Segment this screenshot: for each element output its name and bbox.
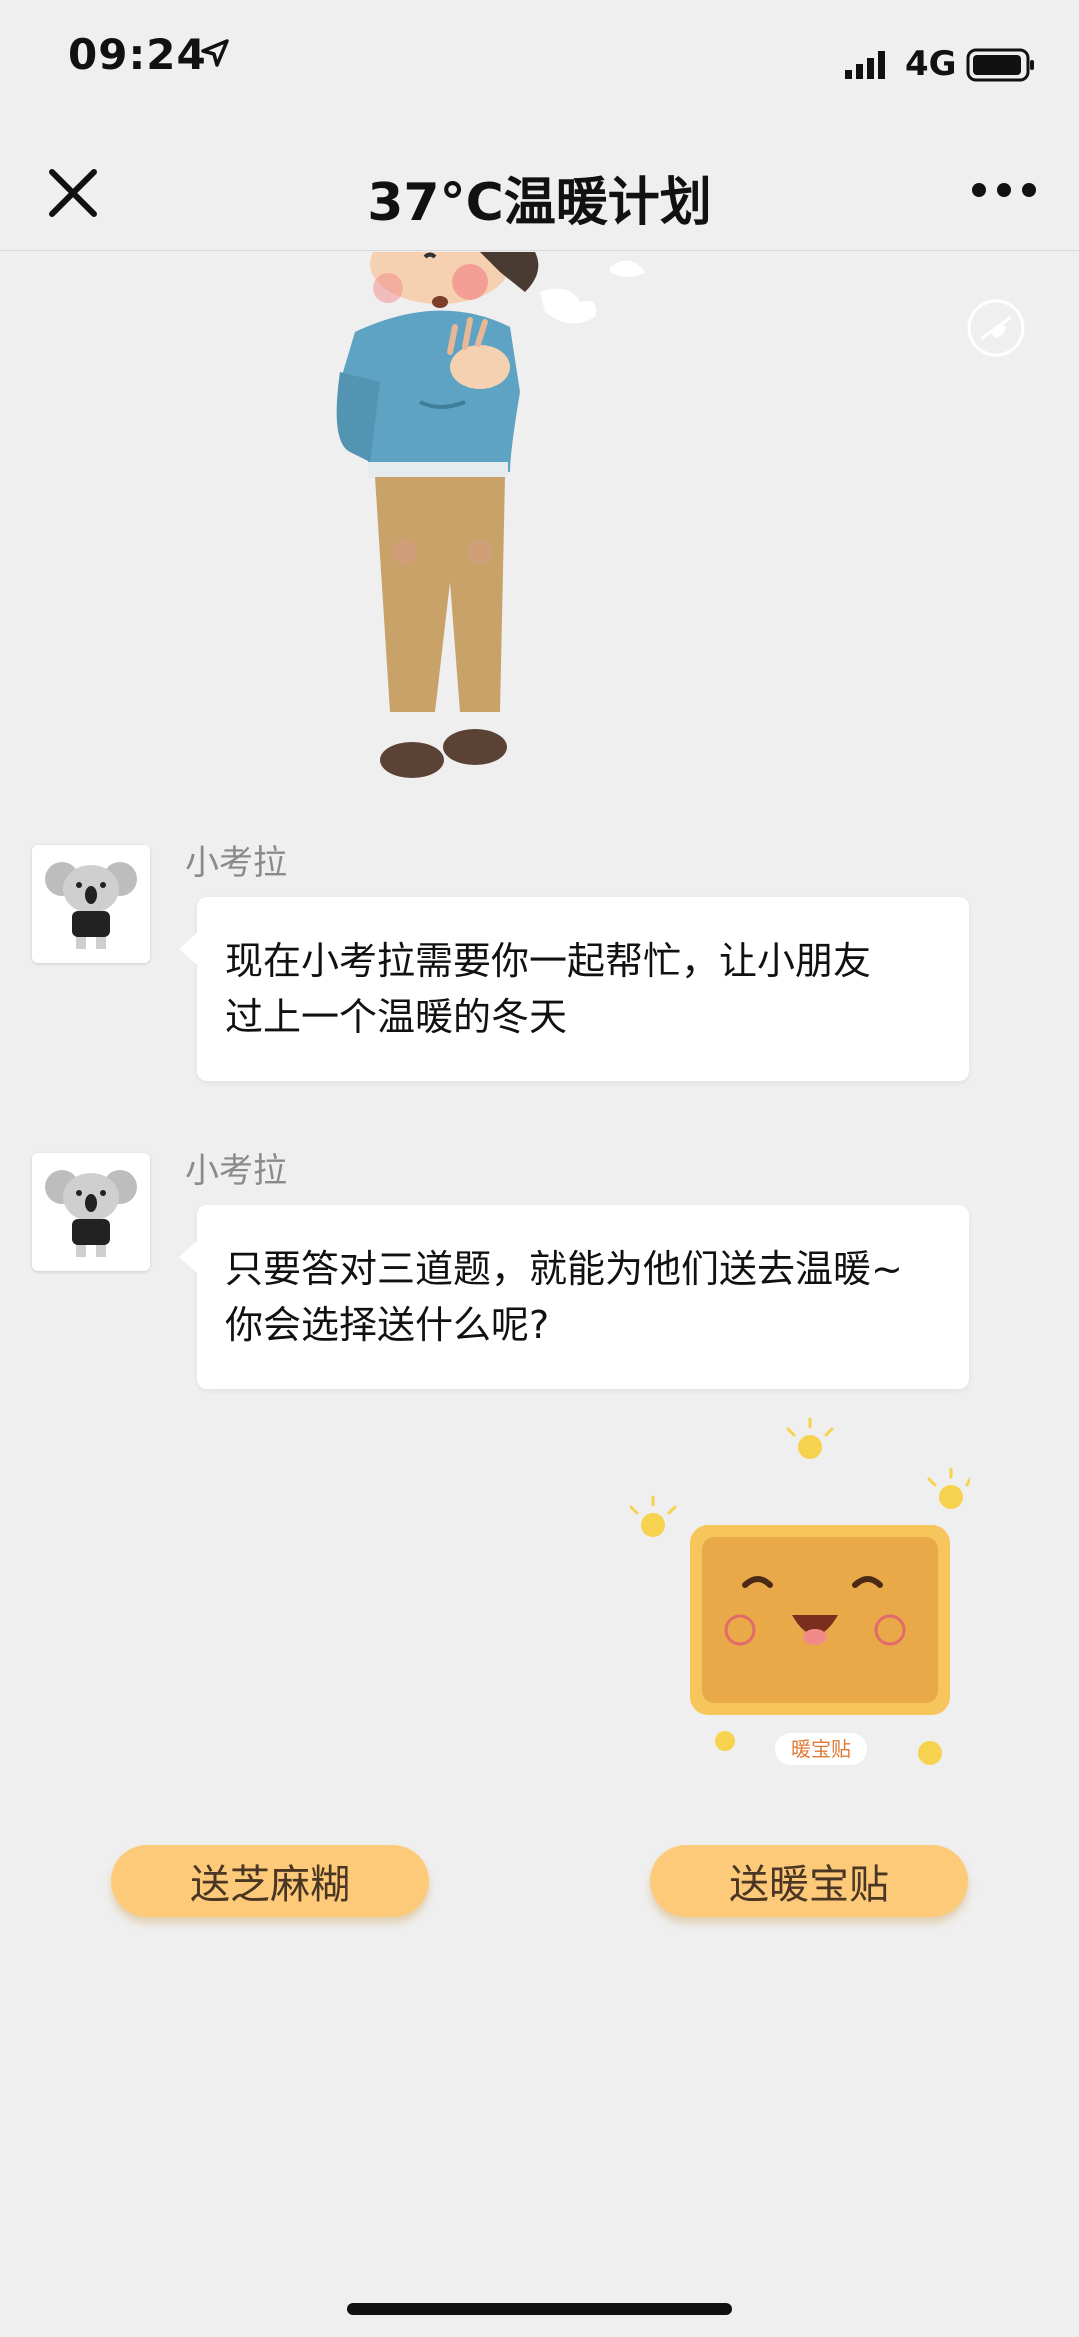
message-text-line: 过上一个温暖的冬天 xyxy=(225,995,568,1039)
message-bubble: 只要答对三道题，就能为他们送去温暖~ 你会选择送什么呢? xyxy=(179,1205,969,1389)
home-indicator[interactable] xyxy=(347,2303,732,2315)
sticker-label: 暖宝贴 xyxy=(791,1737,851,1761)
send-hand-warmer-button[interactable]: 送暖宝贴 xyxy=(650,1845,968,1917)
sender-name: 小考拉 xyxy=(185,1151,287,1191)
status-time: 09:24 xyxy=(68,30,207,79)
hand-warmer-sticker: 暖宝贴 xyxy=(630,1417,970,1765)
sender-name: 小考拉 xyxy=(185,843,287,883)
nav-bar: 37°C温暖计划 xyxy=(0,120,1079,251)
koala-icon xyxy=(45,862,137,949)
message-text-line: 只要答对三道题，就能为他们送去温暖~ xyxy=(225,1247,903,1291)
message-text-line: 你会选择送什么呢? xyxy=(225,1303,550,1347)
page-title: 37°C温暖计划 xyxy=(367,173,712,233)
message-bubble: 现在小考拉需要你一起帮忙，让小朋友 过上一个温暖的冬天 xyxy=(179,897,969,1081)
battery-icon xyxy=(966,48,1034,82)
cellular-signal-icon xyxy=(845,51,885,79)
koala-icon xyxy=(45,1170,137,1257)
status-bar: 09:24 4G xyxy=(0,0,1079,120)
music-toggle-icon[interactable] xyxy=(964,296,1028,360)
message-text-line: 现在小考拉需要你一起帮忙，让小朋友 xyxy=(225,939,872,983)
send-sesame-paste-button[interactable]: 送芝麻糊 xyxy=(111,1845,429,1917)
network-type: 4G xyxy=(905,44,957,84)
location-arrow-icon xyxy=(201,39,229,67)
cold-boy-illustration xyxy=(336,252,645,778)
koala-avatar xyxy=(32,845,150,963)
more-options-icon[interactable] xyxy=(969,175,1039,205)
koala-avatar xyxy=(32,1153,150,1271)
